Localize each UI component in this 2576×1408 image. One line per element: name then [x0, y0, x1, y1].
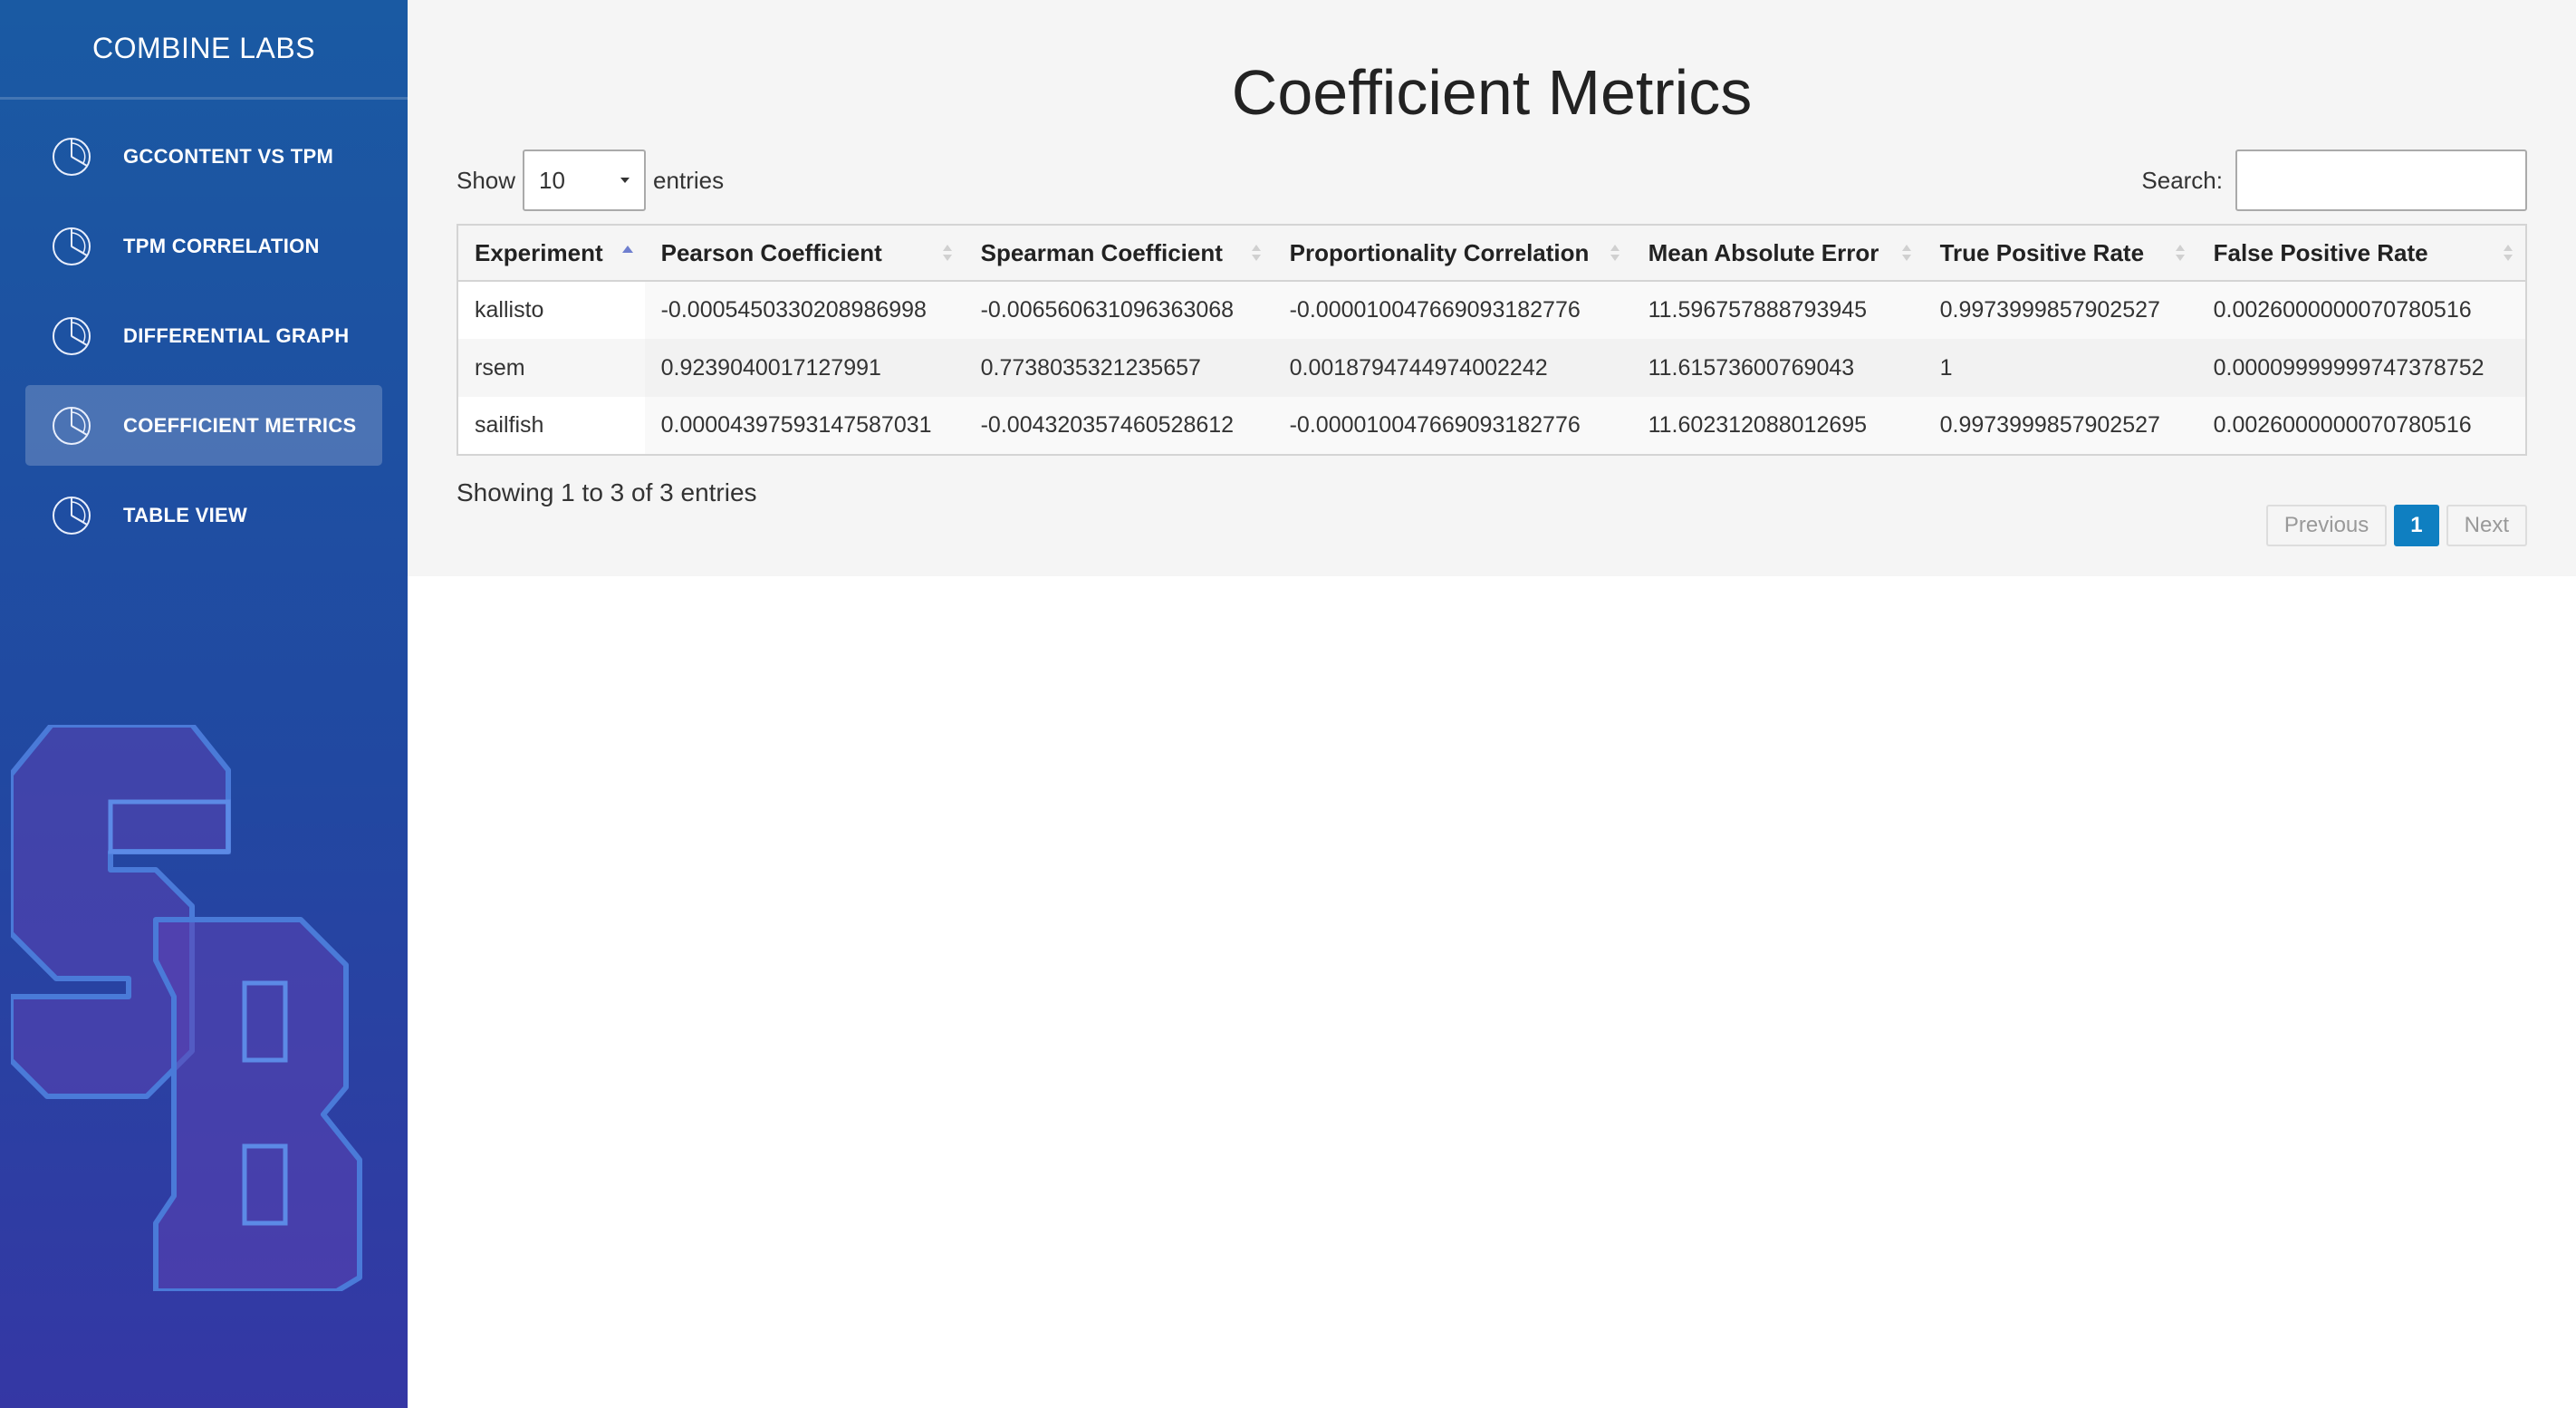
column-header-label: Experiment	[475, 238, 603, 266]
table-cell: 0.9239040017127991	[644, 339, 965, 397]
sort-both-icon	[1901, 245, 1911, 261]
table-cell: 11.596757888793945	[1631, 281, 1924, 339]
sidebar-item-label: DIFFERENTIAL GRAPH	[123, 323, 350, 347]
table-row: sailfish 0.00004397593147587031 -0.00432…	[457, 397, 2526, 455]
sort-both-icon	[2504, 245, 2513, 261]
column-header-label: Proportionality Correlation	[1289, 238, 1590, 266]
sidebar-item-label: COEFFICIENT METRICS	[123, 413, 357, 437]
column-header-spearman[interactable]: Spearman Coefficient	[964, 225, 1274, 282]
column-header-label: Mean Absolute Error	[1648, 238, 1879, 266]
table-cell: -0.0005450330208986998	[644, 281, 965, 339]
column-header-mae[interactable]: Mean Absolute Error	[1631, 225, 1924, 282]
pie-chart-icon	[51, 226, 92, 267]
sort-asc-icon	[621, 246, 633, 253]
column-header-label: False Positive Rate	[2213, 238, 2428, 266]
table-cell: 1	[1923, 339, 2197, 397]
column-header-fpr[interactable]: False Positive Rate	[2196, 225, 2526, 282]
table-cell: -0.000010047669093182776	[1273, 281, 1632, 339]
column-header-experiment[interactable]: Experiment	[457, 225, 645, 282]
page-title: Coefficient Metrics	[1231, 57, 1753, 128]
column-header-tpr[interactable]: True Positive Rate	[1923, 225, 2197, 282]
sort-both-icon	[942, 245, 952, 261]
table-cell: 11.602312088012695	[1631, 397, 1924, 455]
sort-both-icon	[1251, 245, 1261, 261]
table-row: rsem 0.9239040017127991 0.77380353212356…	[457, 339, 2526, 397]
table-cell: -0.000010047669093182776	[1273, 397, 1632, 455]
table-cell: 0.00009999999747378752	[2196, 339, 2526, 397]
table-cell: 11.61573600769043	[1631, 339, 1924, 397]
column-header-label: True Positive Rate	[1939, 238, 2145, 266]
entries-label: entries	[653, 166, 725, 194]
pie-chart-icon	[51, 315, 92, 357]
table-cell: -0.004320357460528612	[964, 397, 1274, 455]
column-header-label: Spearman Coefficient	[980, 238, 1223, 266]
sort-both-icon	[1610, 245, 1620, 261]
sidebar: COMBINE LABS GCCONTENT VS TPM TPM CORREL…	[0, 0, 408, 1408]
sidebar-item-tpm-correlation[interactable]: TPM CORRELATION	[25, 206, 382, 286]
main-panel: Coefficient Metrics Show 10 entries Sear…	[408, 0, 2576, 576]
pie-chart-icon	[51, 405, 92, 447]
next-page-button[interactable]: Next	[2446, 505, 2527, 546]
column-header-proportionality[interactable]: Proportionality Correlation	[1273, 225, 1632, 282]
sidebar-item-label: GCCONTENT VS TPM	[123, 144, 334, 168]
search-label: Search:	[2141, 166, 2223, 194]
sidebar-nav: GCCONTENT VS TPM TPM CORRELATION DIFFERE…	[0, 100, 408, 555]
table-cell: 0.9973999857902527	[1923, 397, 2197, 455]
sidebar-item-coefficient-metrics[interactable]: COEFFICIENT METRICS	[25, 385, 382, 466]
column-header-pearson[interactable]: Pearson Coefficient	[644, 225, 965, 282]
table-cell: 0.00004397593147587031	[644, 397, 965, 455]
table-cell: 0.7738035321235657	[964, 339, 1274, 397]
table-cell: 0.9973999857902527	[1923, 281, 2197, 339]
show-label: Show	[457, 166, 516, 194]
entries-length-value: 10	[539, 166, 565, 194]
pagination: Previous 1 Next	[2265, 505, 2527, 546]
metrics-table: Experiment Pearson Coefficient Spearman …	[457, 224, 2527, 456]
table-cell: rsem	[457, 339, 645, 397]
sb-logo	[11, 725, 362, 1291]
previous-page-button[interactable]: Previous	[2265, 505, 2388, 546]
column-header-label: Pearson Coefficient	[660, 238, 882, 266]
table-cell: 0.0026000000070780516	[2196, 281, 2526, 339]
sidebar-item-label: TABLE VIEW	[123, 503, 248, 526]
sidebar-item-gccontent-vs-tpm[interactable]: GCCONTENT VS TPM	[25, 116, 382, 197]
chevron-down-icon	[620, 178, 630, 183]
table-cell: 0.0026000000070780516	[2196, 397, 2526, 455]
table-cell: 0.0018794744974002242	[1273, 339, 1632, 397]
table-info: Showing 1 to 3 of 3 entries	[457, 478, 757, 506]
brand-title[interactable]: COMBINE LABS	[0, 0, 408, 100]
table-row: kallisto -0.0005450330208986998 -0.00656…	[457, 281, 2526, 339]
search-control: Search:	[2141, 149, 2527, 211]
sidebar-item-differential-graph[interactable]: DIFFERENTIAL GRAPH	[25, 295, 382, 376]
table-cell: sailfish	[457, 397, 645, 455]
page-1-button[interactable]: 1	[2394, 505, 2439, 546]
entries-length-control: Show 10 entries	[457, 149, 724, 211]
pie-chart-icon	[51, 136, 92, 178]
sidebar-item-label: TPM CORRELATION	[123, 234, 320, 257]
sort-both-icon	[2175, 245, 2185, 261]
pie-chart-icon	[51, 495, 92, 536]
table-cell: -0.006560631096363068	[964, 281, 1274, 339]
sidebar-item-table-view[interactable]: TABLE VIEW	[25, 475, 382, 555]
entries-length-select[interactable]: 10	[523, 149, 647, 211]
search-input[interactable]	[2235, 149, 2527, 211]
table-header-row: Experiment Pearson Coefficient Spearman …	[457, 225, 2526, 282]
table-cell: kallisto	[457, 281, 645, 339]
